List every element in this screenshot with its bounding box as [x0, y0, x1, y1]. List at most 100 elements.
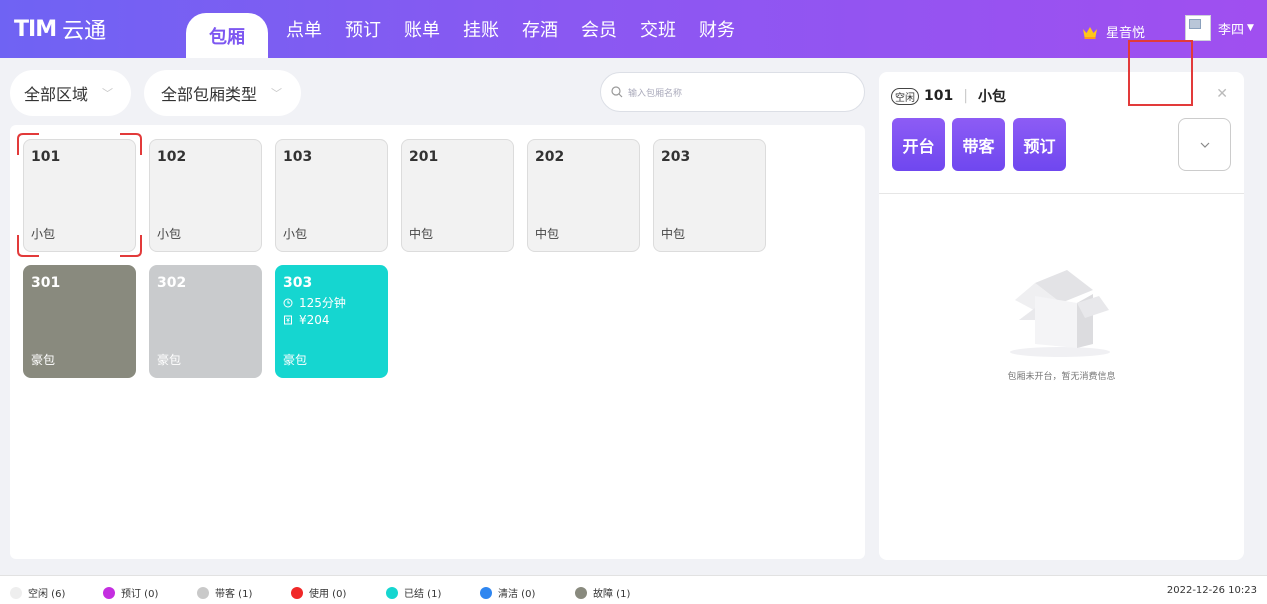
nav-tab-bill[interactable]: 账单: [404, 16, 440, 42]
search-input[interactable]: 输入包厢名称: [600, 72, 865, 112]
legend-dot: [103, 586, 115, 599]
room-card-301[interactable]: 301 豪包: [23, 265, 136, 378]
more-actions-button[interactable]: [1178, 118, 1231, 171]
room-card-102[interactable]: 102 小包: [149, 139, 262, 252]
legend-item: 已结 (1): [386, 585, 441, 600]
room-number: 201: [409, 149, 439, 165]
reserve-button[interactable]: 预订: [1013, 118, 1066, 171]
room-card-201[interactable]: 201 中包: [401, 139, 514, 252]
legend-item: 带客 (1): [197, 585, 252, 600]
detail-room-number: 101: [924, 88, 954, 104]
room-duration: 125分钟: [283, 294, 346, 311]
nav-tab-rooms[interactable]: 包厢: [186, 13, 268, 58]
legend-item: 使用 (0): [291, 585, 346, 600]
room-card-302[interactable]: 302 豪包: [149, 265, 262, 378]
clock-icon: [283, 298, 293, 307]
app-name: 云通: [62, 19, 107, 44]
caret-down-icon: ▼: [1247, 23, 1254, 33]
chevron-down-icon: [1200, 142, 1209, 148]
shop-name: 星音悦: [1106, 26, 1146, 41]
room-type: 小包: [157, 227, 182, 241]
legend-item: 清洁 (0): [480, 585, 535, 600]
amount-value: ¥204: [299, 313, 330, 327]
room-card-203[interactable]: 203 中包: [653, 139, 766, 252]
room-number: 203: [661, 149, 691, 165]
current-datetime: 2022-12-26 10:23: [1166, 585, 1257, 596]
legend-dot: [386, 586, 398, 599]
room-card-101[interactable]: 101 小包: [23, 139, 136, 252]
room-number: 303: [283, 275, 313, 291]
nav-tab-wine[interactable]: 存酒: [522, 16, 558, 42]
legend-label: 故障 (1): [593, 589, 631, 600]
room-type: 中包: [409, 227, 434, 241]
nav-tab-credit[interactable]: 挂账: [463, 16, 499, 42]
app-logo: TIM 云通: [14, 14, 107, 45]
legend-label: 带客 (1): [215, 589, 253, 600]
main-nav: 包厢 点单 预订 账单 挂账 存酒 会员 交班 财务: [186, 0, 758, 58]
legend-label: 已结 (1): [404, 589, 442, 600]
area-select-value: 全部区域: [24, 85, 89, 104]
room-type-select[interactable]: 全部包厢类型 ﹀: [144, 70, 301, 116]
legend-label: 空闲 (6): [28, 589, 66, 600]
room-number: 202: [535, 149, 565, 165]
detail-title: 空闲 101 | 小包: [891, 86, 1006, 106]
user-name: 李四: [1218, 22, 1245, 38]
room-detail-panel: 空闲 101 | 小包 ✕ 开台 带客 预订 包厢未开台，暂无消费信息: [879, 72, 1244, 560]
avatar: [1185, 15, 1211, 41]
room-amount: ¥204: [283, 313, 330, 327]
duration-value: 125分钟: [299, 296, 346, 310]
shop-selector[interactable]: 星音悦: [1082, 22, 1145, 41]
reserve-button-highlight: [1128, 40, 1193, 106]
room-number: 103: [283, 149, 313, 165]
nav-tab-reserve[interactable]: 预订: [345, 16, 381, 42]
legend-dot: [480, 586, 492, 599]
legend-dot: [10, 586, 22, 599]
room-card-303[interactable]: 303 125分钟 ¥204 豪包: [275, 265, 388, 378]
bring-guest-button[interactable]: 带客: [952, 118, 1005, 171]
room-card-202[interactable]: 202 中包: [527, 139, 640, 252]
room-type: 豪包: [31, 353, 56, 367]
crown-icon: [1083, 26, 1097, 39]
room-type: 中包: [661, 227, 686, 241]
detail-divider: [879, 193, 1244, 194]
legend-dot: [575, 586, 587, 599]
detail-room-type: 小包: [977, 89, 1006, 105]
room-number: 301: [31, 275, 61, 291]
legend-label: 预订 (0): [121, 589, 159, 600]
room-type: 豪包: [157, 353, 182, 367]
area-select[interactable]: 全部区域 ﹀: [10, 70, 131, 116]
legend-item: 空闲 (6): [10, 585, 65, 600]
receipt-icon: [284, 315, 292, 325]
legend-dot: [197, 586, 209, 599]
nav-tab-finance[interactable]: 财务: [699, 16, 735, 42]
chevron-down-icon: ﹀: [271, 87, 283, 100]
logo-mark: TIM: [14, 16, 57, 42]
room-type: 小包: [31, 227, 56, 241]
search-placeholder: 输入包厢名称: [628, 88, 683, 99]
close-icon[interactable]: ✕: [1216, 86, 1228, 102]
room-type: 小包: [283, 227, 308, 241]
legend-dot: [291, 586, 303, 599]
legend-item: 故障 (1): [575, 585, 630, 600]
top-bar: TIM 云通 包厢 点单 预订 账单 挂账 存酒 会员 交班 财务 星音悦 李四…: [0, 0, 1267, 58]
room-type: 中包: [535, 227, 560, 241]
nav-tab-member[interactable]: 会员: [581, 16, 617, 42]
user-menu[interactable]: 李四 ▼: [1185, 15, 1254, 41]
open-table-button[interactable]: 开台: [892, 118, 945, 171]
legend-label: 清洁 (0): [498, 589, 536, 600]
room-card-103[interactable]: 103 小包: [275, 139, 388, 252]
room-number: 302: [157, 275, 187, 291]
chevron-down-icon: ﹀: [102, 87, 114, 100]
room-number: 101: [31, 149, 61, 165]
empty-box-icon: [1010, 270, 1110, 357]
room-type-select-value: 全部包厢类型: [161, 85, 258, 104]
empty-state-text: 包厢未开台，暂无消费信息: [1007, 372, 1116, 382]
nav-tab-order[interactable]: 点单: [286, 16, 322, 42]
nav-tab-shift[interactable]: 交班: [640, 16, 676, 42]
legend-item: 预订 (0): [103, 585, 158, 600]
status-legend: 空闲 (6) 预订 (0) 带客 (1) 使用 (0) 已结 (1) 清洁 (0…: [0, 575, 1267, 604]
status-badge: 空闲: [891, 87, 919, 105]
room-number: 102: [157, 149, 187, 165]
search-icon: [611, 86, 623, 98]
room-type: 豪包: [283, 353, 308, 367]
